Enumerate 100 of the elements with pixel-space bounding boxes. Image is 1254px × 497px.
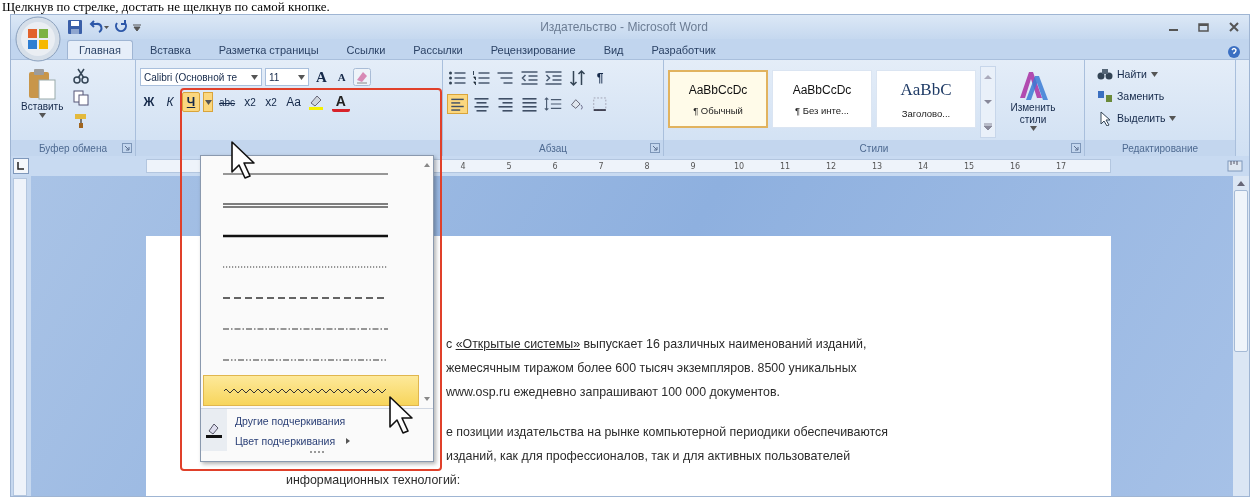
- caret-icon: [204, 99, 212, 105]
- ribbon-tab[interactable]: Рассылки: [402, 41, 474, 59]
- ruler-number: 16: [1008, 161, 1022, 171]
- underline-color-icon: [205, 421, 223, 439]
- caption-text: Щелкнув по стрелке, достать не щелкнув по самой кнопке.: [1, 0, 331, 14]
- redo-icon[interactable]: [113, 19, 129, 35]
- ruler-number: 9: [689, 161, 697, 171]
- window-title: Издательство - Microsoft Word: [539, 20, 709, 34]
- copy-icon[interactable]: [73, 90, 90, 106]
- font-color-button[interactable]: A: [331, 92, 350, 112]
- scissors-icon[interactable]: [73, 68, 90, 84]
- scroll-thumb[interactable]: [1234, 190, 1248, 352]
- pointer-icon: [1097, 110, 1113, 126]
- style-sample: AaBbC: [900, 79, 952, 100]
- help-icon[interactable]: [1227, 45, 1241, 59]
- style-tile[interactable]: AaBbCcDc ¶ Без инте...: [772, 70, 872, 128]
- find-button[interactable]: Найти: [1097, 66, 1177, 82]
- style-name: ¶ Без инте...: [794, 104, 849, 116]
- tab-selector-icon[interactable]: [13, 158, 29, 174]
- dialog-launcher-icon[interactable]: [122, 143, 132, 153]
- ribbon-tab[interactable]: Рецензирование: [479, 41, 587, 59]
- group-label: Стили: [859, 142, 889, 154]
- undo-icon[interactable]: [87, 19, 109, 35]
- style-tile[interactable]: AaBbC Заголово...: [876, 70, 976, 128]
- clear-format-icon[interactable]: [352, 68, 371, 86]
- ribbon-tab[interactable]: Разработчик: [640, 41, 727, 59]
- ribbon-tab[interactable]: Вид: [592, 41, 635, 59]
- more-icon[interactable]: [983, 123, 993, 131]
- strikethrough-button[interactable]: abc: [216, 92, 239, 112]
- style-sample: AaBbCcDc: [688, 82, 748, 97]
- caret-icon: [251, 74, 258, 80]
- mouse-pointer-icon: [388, 395, 414, 435]
- align-left-icon[interactable]: [447, 94, 468, 114]
- clipboard-icon: [27, 68, 58, 100]
- ruler-number: 10: [732, 161, 746, 171]
- ruler-number: 13: [870, 161, 884, 171]
- underline-style-option[interactable]: [203, 375, 419, 406]
- bold-button[interactable]: Ж: [140, 92, 158, 112]
- change-case-button[interactable]: Aa: [283, 92, 304, 112]
- style-tile[interactable]: AaBbCcDc ¶ Обычный: [668, 70, 768, 128]
- select-button[interactable]: Выделить: [1097, 110, 1177, 126]
- ruler-number: 12: [824, 161, 838, 171]
- font-name-field[interactable]: Calibri (Основной те: [140, 68, 262, 86]
- ruler-number: 7: [597, 161, 605, 171]
- scroll-up-icon[interactable]: [423, 162, 431, 168]
- ribbon-tab[interactable]: Главная: [67, 40, 133, 59]
- ruler-number: 11: [778, 161, 792, 171]
- ruler-number: 14: [916, 161, 930, 171]
- group-label: Буфер обмена: [39, 142, 107, 154]
- font-size-field[interactable]: 11: [265, 68, 309, 86]
- group-label: Абзац: [538, 142, 568, 154]
- ruler-number: 5: [505, 161, 513, 171]
- sort-icon[interactable]: [567, 68, 588, 88]
- document-text-line: е позиции издательства на рынке компьютерной периодики обеспечиваются: [446, 424, 888, 441]
- ribbon-tab[interactable]: Разметка страницы: [207, 41, 330, 59]
- restore-icon[interactable]: [1197, 21, 1211, 33]
- close-icon[interactable]: [1227, 21, 1241, 33]
- dialog-launcher-icon[interactable]: [650, 143, 660, 153]
- shrink-font-button[interactable]: A: [333, 71, 350, 83]
- ruler-number: 6: [551, 161, 559, 171]
- change-styles-button[interactable]: Изменить стили: [1000, 66, 1066, 138]
- document-text-line: www.osp.ru ежедневно запрашивают 100 000 документов.: [446, 384, 780, 401]
- dialog-launcher-icon[interactable]: [1071, 143, 1081, 153]
- underline-menu-button[interactable]: [203, 92, 213, 112]
- ruler-number: 8: [643, 161, 651, 171]
- binoculars-icon: [1097, 66, 1113, 82]
- ribbon-tab[interactable]: Вставка: [138, 41, 202, 59]
- increase-indent-icon[interactable]: [543, 68, 564, 88]
- save-icon[interactable]: [67, 19, 83, 35]
- line-spacing-icon[interactable]: [543, 94, 564, 114]
- paste-button[interactable]: Вставить: [15, 66, 70, 138]
- decrease-indent-icon[interactable]: [519, 68, 540, 88]
- replace-button[interactable]: Заменить: [1097, 88, 1177, 104]
- customize-caret-icon[interactable]: [133, 23, 141, 31]
- view-ruler-icon[interactable]: [1227, 158, 1243, 174]
- italic-button[interactable]: К: [161, 92, 179, 112]
- numbering-icon[interactable]: [471, 68, 492, 88]
- style-sample: AaBbCcDc: [792, 82, 852, 97]
- style-name: ¶ Обычный: [693, 104, 743, 116]
- submenu-arrow-icon: [345, 437, 352, 445]
- document-text-line: информационных технологий:: [286, 472, 461, 489]
- ruler-number: 17: [1054, 161, 1068, 171]
- underline-color-item[interactable]: Цвет подчеркивания: [235, 435, 433, 447]
- group-label: Редактирование: [1121, 142, 1199, 154]
- grow-font-button[interactable]: A: [312, 68, 331, 86]
- document-text-line: с «Открытые системы» выпускает 16 различных наименований изданий,: [446, 336, 867, 353]
- caret-icon: [1029, 126, 1037, 131]
- caret-icon: [38, 113, 46, 118]
- style-name: Заголово...: [901, 107, 951, 119]
- underline-button[interactable]: Ч: [182, 92, 200, 112]
- scroll-down-icon[interactable]: [423, 396, 431, 402]
- ruler-number: 15: [962, 161, 976, 171]
- ribbon-tab[interactable]: Ссылки: [335, 41, 397, 59]
- scroll-down-icon[interactable]: [983, 98, 993, 106]
- replace-icon: [1097, 88, 1113, 104]
- document-text-line: изданий, как для профессионалов, так и для активных пользователей: [446, 448, 851, 465]
- caret-icon: [298, 74, 305, 80]
- document-text-line: жемесячным тиражом более 600 тысяч экземпляров. 8500 уникальных: [446, 360, 857, 377]
- more-underlines-item[interactable]: Другие подчеркивания: [235, 415, 433, 427]
- show-marks-button[interactable]: ¶: [591, 68, 609, 88]
